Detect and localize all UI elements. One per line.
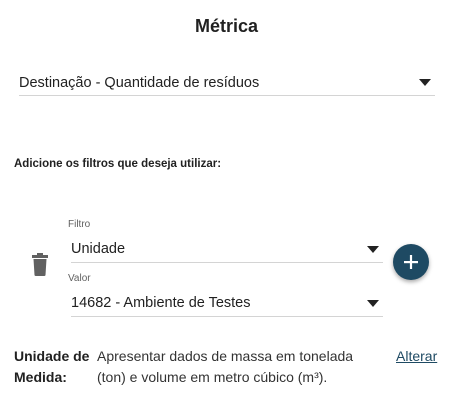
- chevron-down-icon: [367, 299, 379, 307]
- value-select[interactable]: 14682 - Ambiente de Testes: [71, 290, 383, 317]
- filter-select-value: Unidade: [71, 241, 126, 257]
- metric-select-value: Destinação - Quantidade de resíduos: [19, 74, 260, 91]
- chevron-down-icon: [419, 79, 431, 86]
- plus-icon: [404, 255, 418, 269]
- value-field-label: Valor: [68, 273, 91, 284]
- unit-of-measure-description: Apresentar dados de massa em tonelada (t…: [97, 348, 354, 385]
- page-title: Métrica: [194, 16, 259, 36]
- trash-icon[interactable]: [30, 253, 50, 277]
- unit-of-measure-label: Unidade de Medida:: [14, 348, 90, 385]
- change-unit-link[interactable]: Alterar: [396, 346, 437, 367]
- metric-select[interactable]: Destinação - Quantidade de resíduos: [19, 70, 435, 96]
- filter-select[interactable]: Unidade: [71, 236, 383, 263]
- value-select-value: 14682 - Ambiente de Testes: [71, 295, 251, 311]
- add-filter-button[interactable]: [393, 244, 429, 280]
- chevron-down-icon: [367, 245, 379, 253]
- filters-heading: Adicione os filtros que deseja utilizar:: [14, 158, 222, 170]
- filter-field-label: Filtro: [68, 219, 91, 230]
- metric-panel: Métrica Destinação - Quantidade de resíd…: [0, 0, 453, 409]
